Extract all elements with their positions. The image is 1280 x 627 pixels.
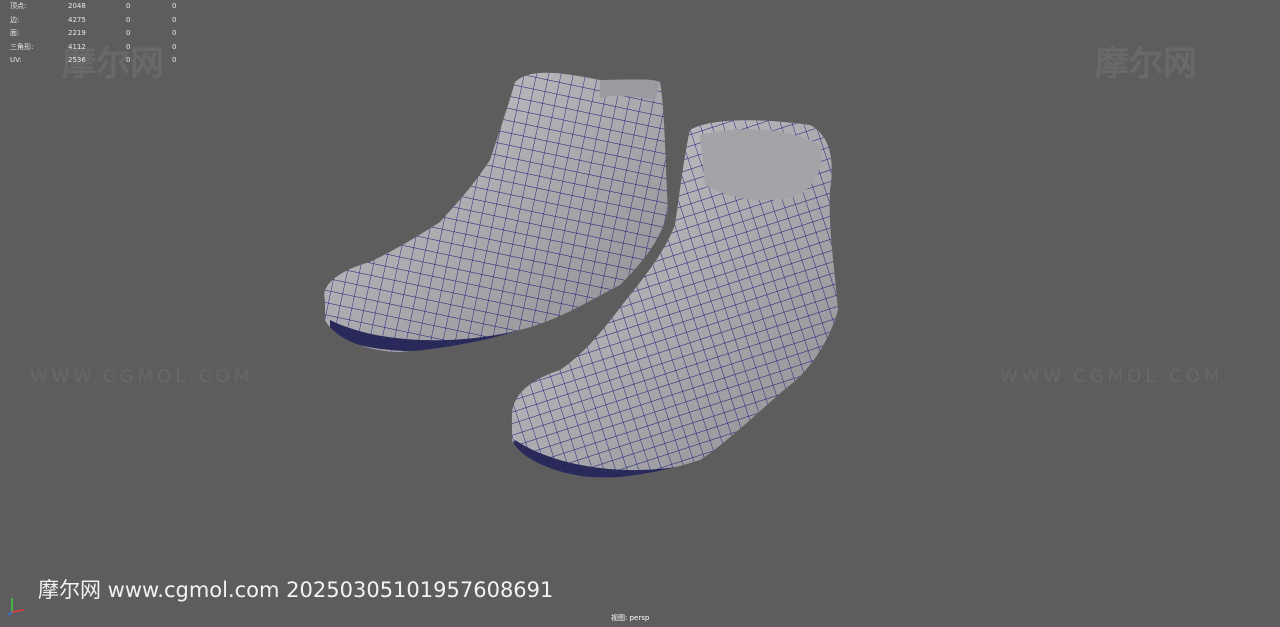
hud-label: 面: bbox=[10, 29, 20, 37]
hud-v3: 0 bbox=[172, 29, 177, 37]
hud-label: 顶点: bbox=[10, 2, 27, 10]
hud-v2: 0 bbox=[126, 15, 131, 24]
hud-v1: 4275 bbox=[68, 15, 86, 24]
hud-v3: 0 bbox=[172, 15, 177, 24]
camera-label: 视图: persp bbox=[611, 614, 650, 622]
hud-v2: 0 bbox=[126, 29, 131, 37]
hud-row: 边: 4275 0 0 bbox=[10, 14, 202, 28]
watermark-text: 摩尔网 www.cgmol.com 20250305101957608691 bbox=[38, 578, 554, 602]
hud-v3: 0 bbox=[172, 2, 177, 10]
hud-v2: 0 bbox=[126, 42, 131, 51]
poly-count-hud: 顶点: 2048 0 0 边: 4275 0 0 面: 2219 0 0 三角形: 4112 0 0 UV: 25… bbox=[10, 0, 202, 68]
hud-v2: 0 bbox=[126, 2, 131, 10]
hud-v1: 2048 bbox=[68, 2, 86, 10]
hud-v2: 0 bbox=[126, 56, 131, 64]
hud-label: UV: bbox=[10, 56, 22, 64]
hud-v1: 2536 bbox=[68, 56, 86, 64]
hud-v3: 0 bbox=[172, 42, 177, 51]
hud-label: 三角形: bbox=[10, 42, 34, 51]
hud-row: 面: 2219 0 0 bbox=[10, 27, 202, 41]
boots-wireframe-model[interactable] bbox=[0, 0, 1280, 627]
hud-v3: 0 bbox=[172, 56, 177, 64]
hud-v1: 4112 bbox=[68, 42, 86, 51]
hud-row: 顶点: 2048 0 0 bbox=[10, 0, 202, 14]
axis-gizmo-icon bbox=[7, 598, 25, 616]
hud-row: UV: 2536 0 0 bbox=[10, 54, 202, 68]
maya-viewport[interactable]: 摩尔网 摩尔网 摩尔网 WWW.CGMOL.COM WWW.CGMOL.COM bbox=[0, 0, 1280, 627]
hud-v1: 2219 bbox=[68, 29, 86, 37]
hud-label: 边: bbox=[10, 15, 20, 24]
hud-row: 三角形: 4112 0 0 bbox=[10, 41, 202, 55]
